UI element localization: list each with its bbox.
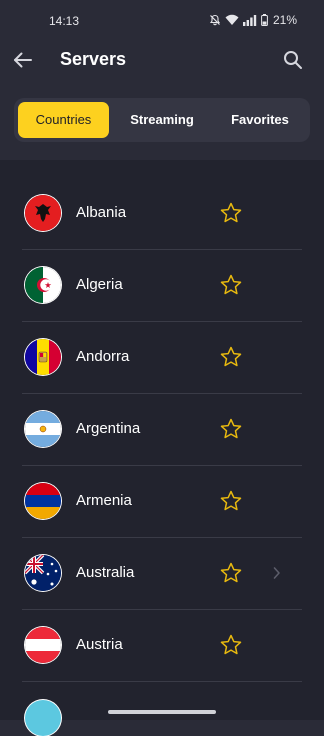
albania-flag-icon (25, 195, 61, 231)
argentina-flag-icon (25, 411, 61, 447)
server-row-albania[interactable]: Albania (22, 178, 302, 250)
tab-countries[interactable]: Countries (18, 102, 109, 138)
country-name: Argentina (76, 420, 141, 437)
favorite-star-icon[interactable] (220, 490, 242, 512)
country-name: Armenia (76, 492, 132, 509)
battery-percent: 21% (272, 13, 297, 27)
search-icon (284, 51, 302, 69)
australia-flag-icon (25, 555, 61, 591)
server-row-australia[interactable]: Australia (22, 538, 302, 610)
favorite-star-icon[interactable] (220, 634, 242, 656)
favorite-star-icon[interactable] (220, 562, 242, 584)
tab-streaming[interactable]: Streaming (118, 102, 206, 138)
page-title: Servers (60, 49, 127, 69)
country-name: Austria (76, 636, 123, 653)
status-time: 14:13 (49, 14, 80, 28)
arrow-left-icon (14, 52, 32, 68)
country-name: Algeria (76, 276, 123, 293)
server-row-algeria[interactable]: Algeria (22, 250, 302, 322)
server-list: Albania Algeria Andorra Argentina Armeni… (22, 178, 302, 682)
andorra-flag-icon (25, 339, 61, 375)
home-indicator[interactable] (108, 710, 216, 714)
server-list-panel: Albania Algeria Andorra Argentina Armeni… (0, 160, 324, 720)
status-bar: 14:13 21% (0, 0, 324, 40)
app-header: Servers (0, 40, 324, 80)
country-name: Australia (76, 564, 135, 581)
server-row-austria[interactable]: Austria (22, 610, 302, 682)
favorite-star-icon[interactable] (220, 274, 242, 296)
status-icons: 21% (209, 13, 297, 27)
next-flag-icon (25, 700, 61, 736)
battery-icon (261, 14, 268, 26)
austria-flag-icon (25, 627, 61, 663)
search-button[interactable] (282, 49, 304, 71)
country-name: Albania (76, 204, 127, 221)
expand-chevron-icon[interactable] (272, 565, 282, 581)
armenia-flag-icon (25, 483, 61, 519)
tab-favorites[interactable]: Favorites (214, 102, 306, 138)
server-row-argentina[interactable]: Argentina (22, 394, 302, 466)
favorite-star-icon[interactable] (220, 202, 242, 224)
server-category-tabs: Countries Streaming Favorites (14, 98, 310, 142)
back-button[interactable] (12, 50, 34, 70)
algeria-flag-icon (25, 267, 61, 303)
signal-icon (242, 14, 257, 26)
bell-off-icon (209, 14, 221, 26)
favorite-star-icon[interactable] (220, 418, 242, 440)
wifi-icon (225, 14, 239, 26)
country-name: Andorra (76, 348, 130, 365)
server-row-armenia[interactable]: Armenia (22, 466, 302, 538)
server-row-andorra[interactable]: Andorra (22, 322, 302, 394)
favorite-star-icon[interactable] (220, 346, 242, 368)
